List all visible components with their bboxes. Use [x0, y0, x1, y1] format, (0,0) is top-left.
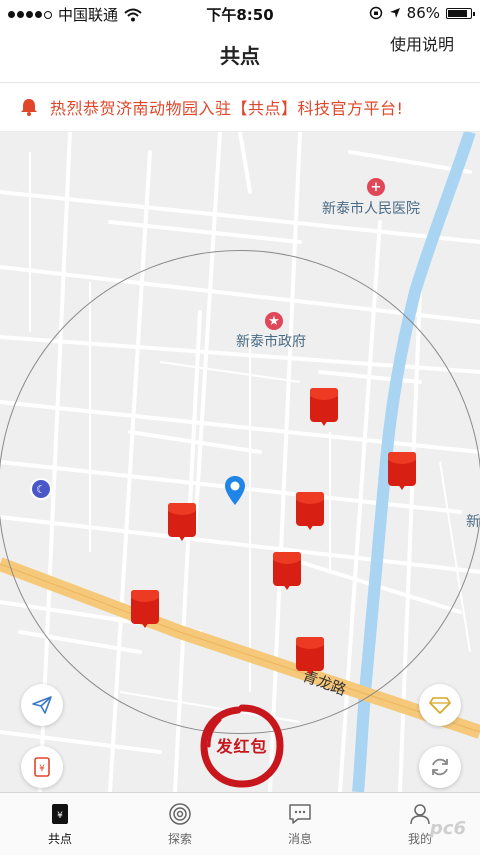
red-envelope-icon: ¥ [34, 757, 50, 777]
map-view[interactable]: + 新泰市人民医院 ★ 新泰市政府 新 青龙路 ☾ ¥ 发红包 [0, 132, 480, 792]
send-red-packet-button[interactable]: 发红包 [200, 704, 284, 788]
poi-government-label[interactable]: 新泰市政府 [236, 331, 306, 351]
battery-icon [446, 7, 475, 19]
explore-icon [167, 802, 193, 826]
status-bar: 中国联通 下午8:50 86% [0, 0, 480, 26]
svg-text:¥: ¥ [57, 811, 63, 821]
red-packet-marker[interactable] [296, 492, 324, 530]
tab-profile-label: 我的 [407, 831, 432, 846]
red-envelope-icon: ¥ [47, 802, 73, 826]
tab-explore[interactable]: 探索 [120, 793, 240, 855]
red-packet-marker[interactable] [310, 388, 338, 426]
red-packet-marker[interactable] [388, 452, 416, 490]
rotation-lock-icon [369, 6, 382, 20]
navigation-bar: 共点 使用说明 [0, 26, 480, 83]
tab-home[interactable]: ¥ 共点 [0, 793, 120, 855]
bell-icon [18, 96, 40, 118]
help-button[interactable]: 使用说明 [390, 31, 454, 55]
share-button[interactable] [21, 684, 63, 726]
paper-plane-icon [32, 696, 52, 714]
battery-percent: 86% [406, 4, 440, 22]
tab-messages[interactable]: 消息 [240, 793, 360, 855]
poi-partial-label: 新 [466, 514, 480, 530]
announcement-bar[interactable]: 热烈恭贺济南动物园入驻【共点】科技官方平台! [0, 83, 480, 132]
current-location-pin-icon [225, 476, 245, 505]
moon-marker-icon[interactable]: ☾ [30, 478, 52, 500]
hospital-icon: + [367, 178, 385, 196]
diamond-button[interactable] [419, 684, 461, 726]
wallet-button[interactable]: ¥ [21, 746, 63, 788]
diamond-icon [429, 697, 451, 714]
tab-messages-label: 消息 [287, 831, 312, 846]
red-packet-marker[interactable] [131, 590, 159, 628]
government-icon: ★ [265, 312, 283, 330]
send-red-packet-label: 发红包 [216, 737, 268, 756]
red-packet-marker[interactable] [168, 503, 196, 541]
refresh-icon [432, 758, 448, 776]
tab-explore-label: 探索 [167, 831, 192, 846]
bottom-tab-bar: ¥ 共点 探索 消息 我的 [0, 792, 480, 855]
message-icon [287, 802, 313, 826]
red-packet-marker[interactable] [273, 552, 301, 590]
refresh-button[interactable] [419, 746, 461, 788]
tab-home-label: 共点 [47, 831, 72, 846]
red-packet-marker[interactable] [296, 637, 324, 675]
svg-text:¥: ¥ [39, 764, 45, 774]
status-right: 86% [369, 4, 475, 22]
watermark-logo: pc6 [429, 818, 466, 839]
location-arrow-icon [389, 8, 400, 18]
poi-hospital-label[interactable]: 新泰市人民医院 [322, 198, 420, 218]
announcement-text: 热烈恭贺济南动物园入驻【共点】科技官方平台! [50, 99, 404, 118]
